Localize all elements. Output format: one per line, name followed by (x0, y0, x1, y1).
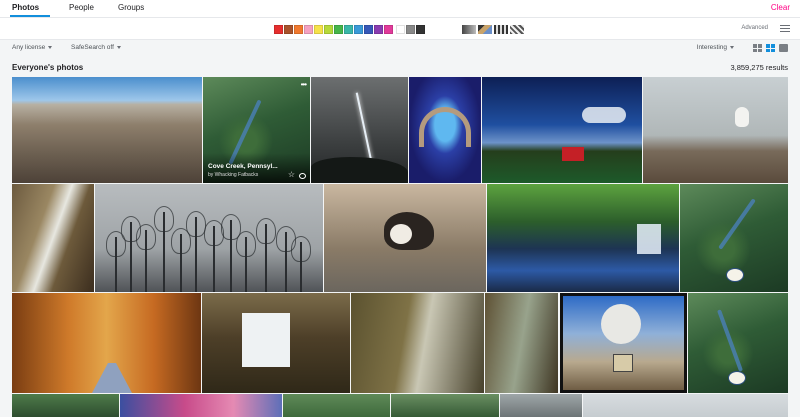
results-heading: Everyone's photos (12, 63, 84, 72)
patterns-style-swatch[interactable] (510, 25, 524, 34)
license-dropdown[interactable]: Any license (12, 44, 53, 51)
tree-silhouette (311, 157, 408, 183)
color-swatch[interactable] (284, 25, 293, 34)
map-badge-icon (728, 371, 746, 385)
sort-dropdown[interactable]: Interesting (697, 44, 734, 51)
color-swatch[interactable] (374, 25, 383, 34)
lightning-bolt (355, 92, 373, 162)
color-swatch[interactable] (294, 25, 303, 34)
small-grid-view-icon[interactable] (753, 44, 762, 52)
photo-smoke-stacks[interactable] (560, 293, 687, 393)
tab-groups[interactable]: Groups (118, 3, 144, 12)
chevron-down-icon (48, 45, 53, 49)
photo-row4-3[interactable] (283, 394, 390, 417)
river-shape (718, 198, 756, 250)
photo-waterfall-narrow[interactable] (485, 293, 558, 393)
photo-valley-map[interactable] (688, 293, 788, 393)
sort-dropdown-label: Interesting (696, 44, 727, 51)
photo-stone-bridge[interactable] (409, 77, 481, 183)
color-swatch[interactable] (384, 25, 393, 34)
smoke-plume (601, 304, 641, 344)
goose-chest (390, 224, 412, 244)
color-swatches (274, 25, 425, 34)
color-swatch[interactable] (314, 25, 323, 34)
star-icon[interactable]: ☆ (288, 170, 295, 179)
tree-crown (291, 236, 311, 262)
photo-ridge-map[interactable] (680, 184, 788, 292)
results-count: 3,859,275 results (730, 63, 788, 72)
view-toggle (753, 44, 788, 52)
photo-red-barn-night[interactable] (482, 77, 642, 183)
map-badge-icon (726, 268, 744, 282)
safesearch-dropdown-label: SafeSearch off (71, 44, 114, 51)
tree-crown (236, 231, 256, 257)
photo-row4-1[interactable] (12, 394, 119, 417)
tab-photos[interactable]: Photos (12, 3, 39, 12)
color-swatch[interactable] (334, 25, 343, 34)
color-swatch[interactable] (324, 25, 333, 34)
photo-row4-5[interactable] (500, 394, 582, 417)
color-swatch[interactable] (344, 25, 353, 34)
photo-cove-creek[interactable]: ••• Cove Creek, Pennsyl... by Whacking F… (203, 77, 310, 183)
justified-view-icon[interactable] (766, 44, 775, 52)
photo-aerial-town[interactable] (12, 77, 202, 183)
color-swatch[interactable] (406, 25, 415, 34)
color-swatch[interactable] (274, 25, 283, 34)
tree-crown (154, 206, 174, 232)
color-swatch[interactable] (304, 25, 313, 34)
color-swatch[interactable] (364, 25, 373, 34)
filter-row: Any license SafeSearch off Interesting (0, 40, 800, 58)
tree-crown (256, 218, 276, 244)
photo-waterfall-cliff[interactable] (12, 184, 94, 292)
photo-foggy-trees[interactable] (95, 184, 323, 292)
color-swatch[interactable] (354, 25, 363, 34)
shallow-depth-style-swatch[interactable] (478, 25, 492, 34)
photo-row4-2[interactable] (120, 394, 282, 417)
river-shape (717, 309, 743, 372)
comment-icon[interactable] (299, 173, 306, 179)
photo-lightning[interactable] (311, 77, 408, 183)
sign-shape (613, 354, 633, 372)
photo-forest-stream[interactable] (487, 184, 679, 292)
red-barn (562, 147, 584, 161)
chevron-down-icon (730, 45, 734, 49)
results-header: Everyone's photos 3,859,275 results (0, 58, 800, 76)
cascade-shape (637, 224, 661, 254)
color-swatch[interactable] (416, 25, 425, 34)
tab-people[interactable]: People (69, 3, 94, 12)
advanced-link[interactable]: Advanced (741, 25, 768, 31)
license-dropdown-label: Any license (12, 44, 46, 51)
photo-waterfall-ledge[interactable] (202, 293, 350, 393)
road-shape (92, 363, 132, 393)
more-options-icon[interactable]: ••• (301, 80, 307, 89)
search-tabs-bar: Photos People Groups Clear (0, 0, 800, 18)
tree-crown (136, 224, 156, 250)
minimalist-style-swatch[interactable] (494, 25, 508, 34)
photo-author[interactable]: by Whacking Fatbacks (208, 172, 258, 178)
advanced-settings-icon[interactable] (780, 25, 790, 33)
style-swatches (462, 25, 524, 34)
photo-title[interactable]: Cove Creek, Pennsyl... (208, 163, 278, 170)
active-tab-underline (10, 15, 50, 17)
photo-row4-6[interactable] (583, 394, 788, 417)
color-swatch[interactable] (396, 25, 405, 34)
bridge-arch (419, 107, 471, 147)
photo-snowy-owl[interactable] (643, 77, 788, 183)
clear-button[interactable]: Clear (771, 3, 790, 12)
photo-smoke-stacks-image (563, 296, 684, 390)
cloud-shape (582, 107, 626, 123)
color-filter-row: Advanced (0, 18, 800, 40)
photo-waterfall-rocks[interactable] (351, 293, 484, 393)
black-and-white-style-swatch[interactable] (462, 25, 476, 34)
tree-crown (186, 211, 206, 237)
photo-row4-4[interactable] (391, 394, 499, 417)
photo-canada-goose[interactable] (324, 184, 486, 292)
owl-shape (735, 107, 749, 127)
large-view-icon[interactable] (779, 44, 788, 52)
photo-autumn-road[interactable] (12, 293, 201, 393)
safesearch-dropdown[interactable]: SafeSearch off (71, 44, 121, 51)
waterfall-shape (242, 313, 290, 367)
chevron-down-icon (116, 45, 121, 49)
